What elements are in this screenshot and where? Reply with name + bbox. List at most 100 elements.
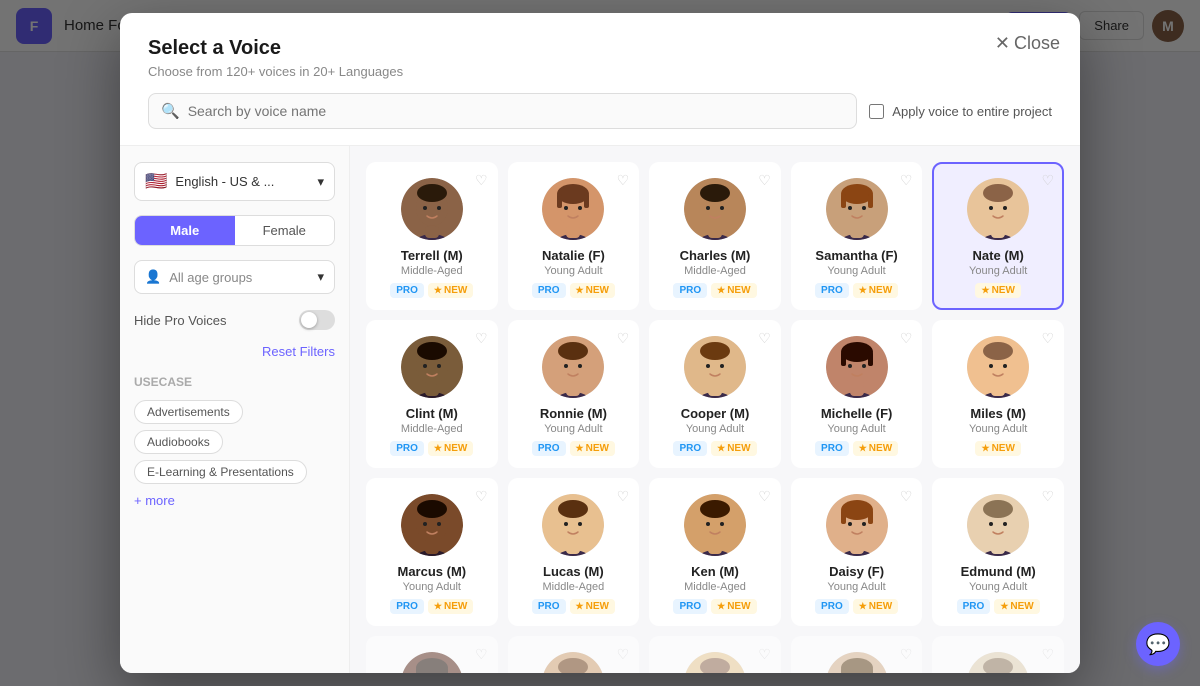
voice-avatar — [967, 178, 1029, 240]
usecase-tag[interactable]: Audiobooks — [134, 430, 223, 454]
close-icon: ✕ — [995, 33, 1010, 54]
voice-card[interactable]: ♡ Daisy (F) Young Adult PRO★NEW — [791, 478, 923, 626]
voice-badges: PRO★NEW — [390, 283, 473, 298]
voice-card[interactable]: ♡ Lucas (M) Middle-Aged PRO★NEW — [508, 478, 640, 626]
favorite-button[interactable]: ♡ — [900, 646, 913, 663]
voice-card[interactable]: ♡ Edmund (M) Young Adult PRO★NEW — [932, 478, 1064, 626]
favorite-button[interactable]: ♡ — [475, 646, 488, 663]
search-input[interactable] — [188, 103, 845, 119]
voice-name: Ronnie (M) — [540, 406, 607, 421]
favorite-button[interactable]: ♡ — [1041, 646, 1054, 663]
favorite-button[interactable]: ♡ — [475, 488, 488, 505]
voice-card[interactable]: ♡ PRO — [791, 636, 923, 673]
pro-badge: PRO — [532, 441, 566, 456]
favorite-button[interactable]: ♡ — [1041, 330, 1054, 347]
voice-badges: PRO★NEW — [673, 599, 756, 614]
voice-card[interactable]: ♡ Natalie (F) Young Adult PRO★NEW — [508, 162, 640, 310]
favorite-button[interactable]: ♡ — [758, 488, 771, 505]
reset-filters-link[interactable]: Reset Filters — [134, 344, 335, 359]
favorite-button[interactable]: ♡ — [758, 646, 771, 663]
voice-card[interactable]: ♡ Nate (M) Young Adult ★NEW — [932, 162, 1064, 310]
favorite-button[interactable]: ♡ — [1041, 488, 1054, 505]
pro-badge: PRO — [673, 599, 707, 614]
language-selector[interactable]: 🇺🇸 English - US & ... ▾ — [134, 162, 335, 201]
voice-card[interactable]: ♡ Terrell (M) Middle-Aged PRO★NEW — [366, 162, 498, 310]
voice-name: Samantha (F) — [815, 248, 897, 263]
favorite-button[interactable]: ♡ — [900, 488, 913, 505]
more-link[interactable]: + more — [134, 493, 335, 508]
favorite-button[interactable]: ♡ — [475, 330, 488, 347]
age-group-label: All age groups — [169, 270, 252, 285]
favorite-button[interactable]: ♡ — [617, 172, 630, 189]
new-badge: ★NEW — [711, 441, 756, 456]
new-badge: ★NEW — [570, 441, 615, 456]
voice-type: Young Adult — [827, 581, 885, 593]
voice-card[interactable]: ♡ PRO — [508, 636, 640, 673]
close-button[interactable]: ✕ Close — [995, 33, 1060, 54]
favorite-button[interactable]: ♡ — [900, 172, 913, 189]
usecase-label: Usecase — [134, 375, 335, 389]
age-chevron-icon: ▾ — [317, 269, 324, 285]
gender-female-button[interactable]: Female — [235, 216, 335, 245]
voice-name: Ken (M) — [691, 564, 739, 579]
voice-name: Miles (M) — [970, 406, 1026, 421]
usecase-tags: Advertisements Audiobooks E-Learning & Pre… — [134, 397, 335, 487]
voice-card[interactable]: ♡ Cooper (M) Young Adult PRO★NEW — [649, 320, 781, 468]
voice-card[interactable]: ♡ Ken (M) Middle-Aged PRO★NEW — [649, 478, 781, 626]
voice-card[interactable]: ♡ Ronnie (M) Young Adult PRO★NEW — [508, 320, 640, 468]
new-badge: ★NEW — [711, 283, 756, 298]
voice-badges: PRO ★NEW — [532, 441, 615, 456]
gender-male-button[interactable]: Male — [135, 216, 235, 245]
search-row: 🔍 Apply voice to entire project — [148, 93, 1052, 129]
voice-type: Young Adult — [969, 265, 1027, 277]
new-badge: ★NEW — [994, 599, 1039, 614]
apply-checkbox-label[interactable]: Apply voice to entire project — [869, 104, 1052, 119]
favorite-button[interactable]: ♡ — [900, 330, 913, 347]
voice-badges: PRO★NEW — [957, 599, 1040, 614]
voice-type: Young Adult — [969, 423, 1027, 435]
voice-card[interactable]: ♡ Charles (M) Middle-Aged PRO★NEW — [649, 162, 781, 310]
favorite-button[interactable]: ♡ — [1041, 172, 1054, 189]
apply-checkbox-input[interactable] — [869, 104, 884, 119]
voice-card[interactable]: ♡ Samantha (F) Young Adult PRO★NEW — [791, 162, 923, 310]
voice-card[interactable]: ♡ Marcus (M) Young Adult PRO★NEW — [366, 478, 498, 626]
voice-card[interactable]: ♡ Miles (M) Young Adult ★NEW — [932, 320, 1064, 468]
voice-avatar — [401, 178, 463, 240]
gender-toggle: Male Female — [134, 215, 335, 246]
voice-type: Young Adult — [686, 423, 744, 435]
favorite-button[interactable]: ♡ — [758, 330, 771, 347]
hide-pro-toggle[interactable] — [299, 310, 335, 330]
voice-badges: PRO★NEW — [815, 283, 898, 298]
favorite-button[interactable]: ♡ — [617, 488, 630, 505]
search-box[interactable]: 🔍 — [148, 93, 857, 129]
favorite-button[interactable]: ♡ — [617, 646, 630, 663]
new-badge: ★NEW — [975, 283, 1020, 298]
pro-badge: PRO — [390, 599, 424, 614]
favorite-button[interactable]: ♡ — [617, 330, 630, 347]
usecase-tag[interactable]: Advertisements — [134, 400, 243, 424]
chat-bubble[interactable]: 💬 — [1136, 622, 1180, 666]
voice-badges: ★NEW — [975, 441, 1020, 456]
new-badge: ★NEW — [853, 599, 898, 614]
pro-badge: PRO — [957, 599, 991, 614]
voice-card[interactable]: ♡ Clint (M) Middle-Aged PRO★NEW — [366, 320, 498, 468]
pro-badge: PRO — [673, 283, 707, 298]
voice-card[interactable]: ♡ PRO — [366, 636, 498, 673]
voice-card[interactable]: ♡ PRO — [649, 636, 781, 673]
voice-card[interactable]: ♡ Michelle (F) Young Adult PRO★NEW — [791, 320, 923, 468]
favorite-button[interactable]: ♡ — [758, 172, 771, 189]
voice-card[interactable]: ♡ PRO — [932, 636, 1064, 673]
voice-name: Edmund (M) — [961, 564, 1036, 579]
modal-body: 🇺🇸 English - US & ... ▾ Male Female 👤 Al… — [120, 146, 1080, 673]
age-group-selector[interactable]: 👤 All age groups ▾ — [134, 260, 335, 294]
voice-name: Michelle (F) — [821, 406, 893, 421]
voice-type: Young Adult — [969, 581, 1027, 593]
usecase-tag[interactable]: E-Learning & Presentations — [134, 460, 307, 484]
voice-grid: ♡ Terrell (M) Middle-Aged PRO★NEW ♡ — [366, 162, 1064, 673]
flag-icon: 🇺🇸 — [145, 171, 167, 192]
voice-type: Middle-Aged — [684, 581, 746, 593]
new-badge: ★NEW — [570, 599, 615, 614]
favorite-button[interactable]: ♡ — [475, 172, 488, 189]
voice-avatar — [401, 652, 463, 673]
voice-badges: PRO★NEW — [815, 599, 898, 614]
